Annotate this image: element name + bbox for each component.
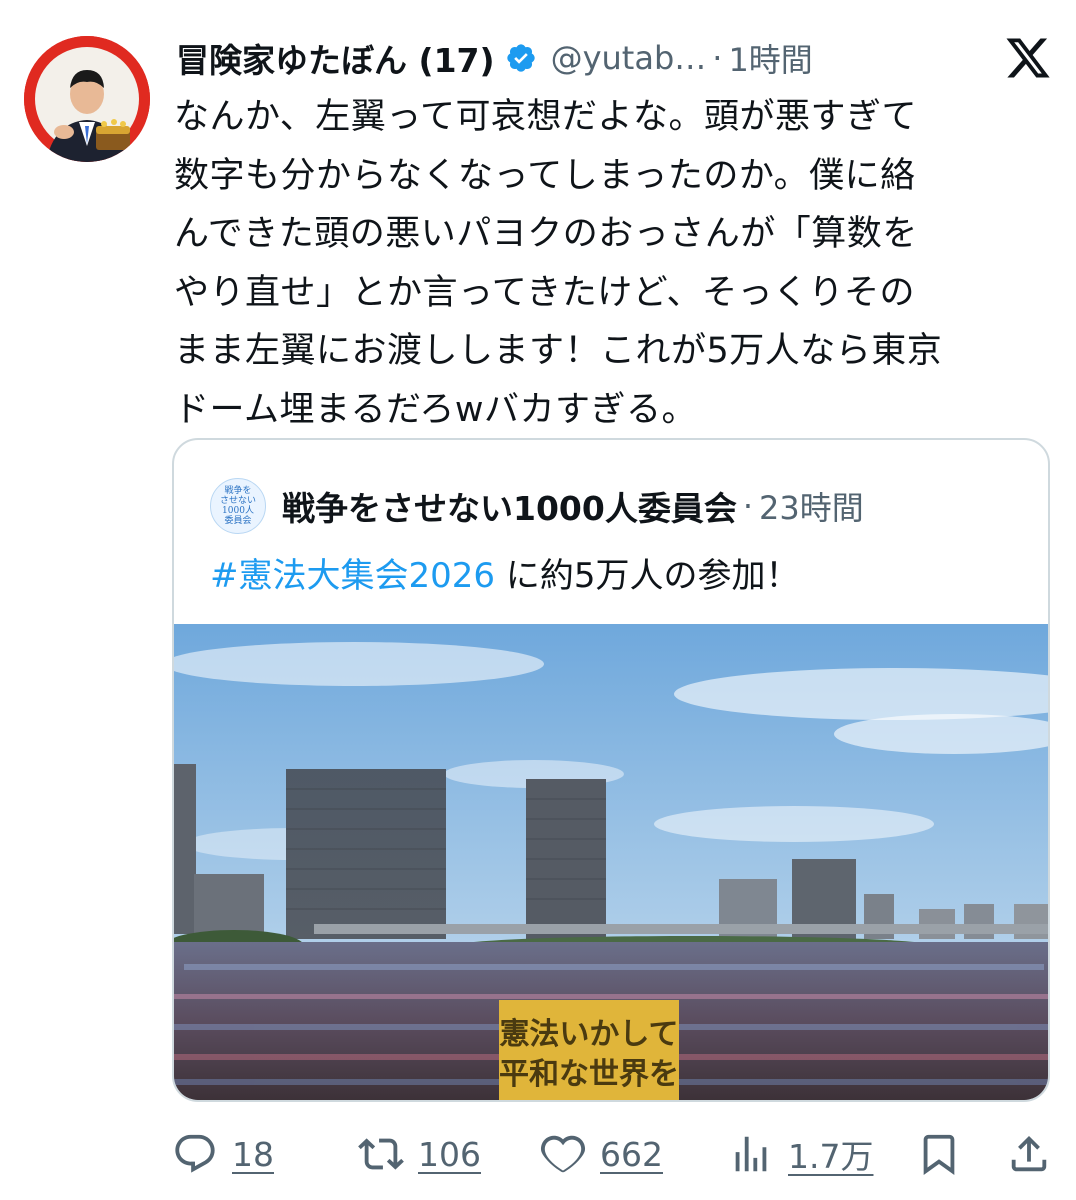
quoted-tweet-card[interactable]: 戦争を させない 1000人 委員会 戦争をさせない1000人委員会 · 23時… — [172, 438, 1050, 1102]
quoted-avatar-text: 委員会 — [224, 516, 252, 526]
tweet-header: 冒険家ゆたぼん (17) @yutab… · 1時間 — [176, 28, 1052, 88]
x-logo-icon — [1006, 38, 1050, 78]
views-chart-icon — [735, 1136, 767, 1172]
quoted-author-avatar[interactable]: 戦争を させない 1000人 委員会 — [210, 478, 266, 534]
author-name[interactable]: 冒険家ゆたぼん (17) — [176, 34, 495, 82]
quoted-avatar-text: させない — [219, 496, 256, 506]
author-avatar[interactable] — [24, 36, 150, 162]
author-handle[interactable]: @yutab… — [551, 39, 707, 77]
separator-dot: · — [742, 487, 754, 525]
profile-photo — [24, 36, 150, 162]
quoted-avatar-text: 戦争を — [224, 486, 252, 496]
like-button[interactable]: 662 — [540, 1124, 663, 1184]
bookmark-icon — [923, 1134, 955, 1175]
quoted-tweet-time[interactable]: 23時間 — [759, 483, 864, 529]
share-icon — [1011, 1135, 1047, 1172]
bookmark-button[interactable] — [916, 1124, 962, 1184]
reply-count: 18 — [232, 1134, 274, 1174]
tweet-text: なんか、左翼って可哀想だよな。頭が悪すぎて 数字も分からなくなってしまったのか。… — [174, 97, 943, 430]
reply-button[interactable]: 18 — [172, 1124, 274, 1184]
like-count: 662 — [600, 1134, 663, 1174]
repost-button[interactable]: 106 — [358, 1124, 481, 1184]
views-button[interactable]: 1.7万 — [728, 1124, 873, 1184]
verified-badge-icon[interactable] — [505, 42, 537, 74]
quoted-avatar-text: 1000人 — [222, 506, 254, 516]
quoted-tweet-header: 戦争を させない 1000人 委員会 戦争をさせない1000人委員会 · 23時… — [210, 476, 1028, 536]
views-count: 1.7万 — [788, 1137, 874, 1176]
repost-count: 106 — [418, 1134, 481, 1174]
quoted-text-rest: に約5万人の参加！ — [495, 556, 800, 596]
tweet-time[interactable]: 1時間 — [728, 35, 812, 81]
heart-icon — [540, 1135, 586, 1173]
separator-dot: · — [712, 39, 723, 77]
hashtag-link[interactable]: #憲法大集会2026 — [210, 556, 495, 596]
reply-icon — [175, 1134, 215, 1173]
quoted-tweet-text: #憲法大集会2026 に約5万人の参加！ — [210, 548, 799, 604]
repost-icon — [358, 1138, 404, 1170]
tweet-actions-bar: 18 106 662 1.7万 — [172, 1124, 1052, 1184]
share-button[interactable] — [1006, 1124, 1052, 1184]
placard-text-line2: 平和な世界を — [499, 1057, 679, 1092]
placard-text-line1: 憲法いかして — [499, 1017, 678, 1052]
crowd-rally-photo[interactable]: 憲法いかして 平和な世界を — [174, 624, 1050, 1102]
quoted-author-name[interactable]: 戦争をさせない1000人委員会 — [282, 482, 737, 530]
